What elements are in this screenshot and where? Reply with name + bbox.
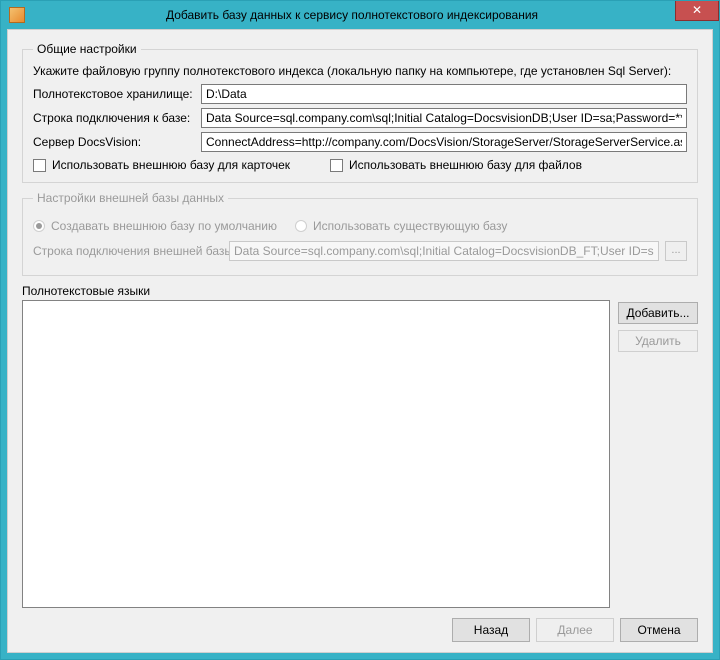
external-db-settings-group: Настройки внешней базы данных Создавать …	[22, 191, 698, 276]
server-label: Сервер DocsVision:	[33, 135, 195, 149]
use-existing-label: Использовать существующую базу	[313, 219, 507, 233]
create-default-label: Создавать внешнюю базу по умолчанию	[51, 219, 277, 233]
remove-language-button: Удалить	[618, 330, 698, 352]
next-button: Далее	[536, 618, 614, 642]
cancel-button[interactable]: Отмена	[620, 618, 698, 642]
use-existing-radio	[295, 220, 307, 232]
back-button[interactable]: Назад	[452, 618, 530, 642]
dialog-window: Добавить базу данных к сервису полнотекс…	[0, 0, 720, 660]
general-description: Укажите файловую группу полнотекстового …	[33, 64, 687, 78]
general-settings-group: Общие настройки Укажите файловую группу …	[22, 42, 698, 183]
external-radio-row: Создавать внешнюю базу по умолчанию Испо…	[33, 219, 687, 233]
external-conn-label: Строка подключения внешней базы:	[33, 244, 223, 258]
external-conn-row: Строка подключения внешней базы: ...	[33, 241, 687, 261]
languages-label: Полнотекстовые языки	[22, 284, 610, 298]
storage-row: Полнотекстовое хранилище:	[33, 84, 687, 104]
add-language-button[interactable]: Добавить...	[618, 302, 698, 324]
languages-listbox[interactable]	[22, 300, 610, 608]
external-db-legend: Настройки внешней базы данных	[33, 191, 228, 205]
server-input[interactable]	[201, 132, 687, 152]
client-area: Общие настройки Укажите файловую группу …	[7, 29, 713, 653]
storage-label: Полнотекстовое хранилище:	[33, 87, 195, 101]
wizard-buttons: Назад Далее Отмена	[22, 608, 698, 642]
storage-input[interactable]	[201, 84, 687, 104]
close-button[interactable]: ✕	[675, 1, 719, 21]
use-external-files-label: Использовать внешнюю базу для файлов	[349, 158, 582, 172]
general-settings-legend: Общие настройки	[33, 42, 141, 56]
window-title: Добавить базу данных к сервису полнотекс…	[25, 8, 719, 22]
external-conn-browse-button: ...	[665, 241, 687, 261]
use-external-cards-label: Использовать внешнюю базу для карточек	[52, 158, 290, 172]
connection-input[interactable]	[201, 108, 687, 128]
app-icon	[9, 7, 25, 23]
languages-section: Полнотекстовые языки Добавить... Удалить	[22, 284, 698, 608]
connection-label: Строка подключения к базе:	[33, 111, 195, 125]
server-row: Сервер DocsVision:	[33, 132, 687, 152]
connection-row: Строка подключения к базе:	[33, 108, 687, 128]
use-external-files-checkbox[interactable]	[330, 159, 343, 172]
close-icon: ✕	[692, 3, 702, 17]
external-conn-input	[229, 241, 659, 261]
create-default-radio	[33, 220, 45, 232]
use-external-cards-checkbox[interactable]	[33, 159, 46, 172]
external-db-checkrow: Использовать внешнюю базу для карточек И…	[33, 158, 687, 172]
titlebar: Добавить базу данных к сервису полнотекс…	[1, 1, 719, 29]
